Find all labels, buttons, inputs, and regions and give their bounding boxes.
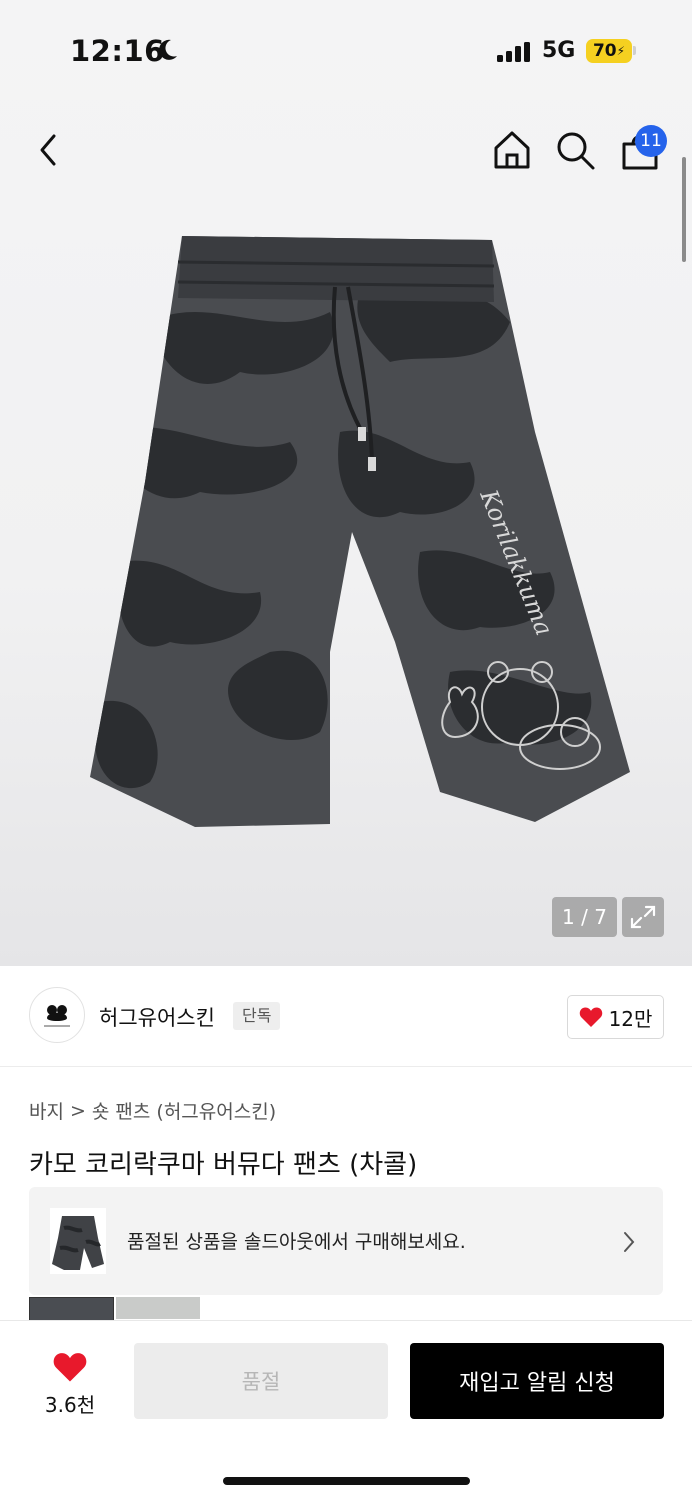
charging-icon: ⚡ <box>616 44 626 58</box>
restock-alert-button[interactable]: 재입고 알림 신청 <box>410 1343 664 1419</box>
breadcrumb-category[interactable]: 바지 <box>29 1097 64 1124</box>
brand-logo[interactable] <box>29 987 85 1043</box>
signal-icon <box>497 42 530 62</box>
home-indicator[interactable] <box>223 1477 470 1485</box>
chevron-right-icon <box>624 1232 635 1252</box>
wishlist-count: 3.6천 <box>44 1393 96 1417</box>
soldout-button: 품절 <box>134 1343 388 1419</box>
brand-row: 허그유어스킨 단독 12만 <box>0 966 692 1067</box>
back-icon[interactable] <box>34 132 66 168</box>
product-title: 카모 코리락쿠마 버뮤다 팬츠 (차콜) <box>29 1150 418 1180</box>
brand-name[interactable]: 허그유어스킨 <box>99 1002 215 1032</box>
search-icon[interactable] <box>555 130 597 172</box>
color-thumbnail-charcoal[interactable] <box>29 1297 114 1321</box>
product-image: Korilakkuma <box>90 236 630 827</box>
expand-icon <box>630 905 656 929</box>
moon-icon <box>159 39 177 60</box>
brand-like-button[interactable]: 12만 <box>567 995 664 1039</box>
status-bar: 12:16 5G 70 ⚡ <box>0 0 692 100</box>
bottom-action-bar: 3.6천 품절 재입고 알림 신청 <box>0 1320 692 1501</box>
breadcrumb: 바지 > 숏 팬츠 (허그유어스킨) <box>29 1097 276 1124</box>
home-icon[interactable] <box>490 128 534 172</box>
soldout-banner[interactable]: 품절된 상품을 솔드아웃에서 구매해보세요. <box>29 1187 663 1295</box>
heart-icon <box>579 1007 602 1027</box>
scrollbar[interactable] <box>682 157 686 262</box>
breadcrumb-subcategory[interactable]: 숏 팬츠 (허그유어스킨) <box>92 1097 276 1124</box>
exclusive-badge: 단독 <box>233 1002 281 1030</box>
wishlist-button[interactable]: 3.6천 <box>40 1351 100 1418</box>
image-counter: 1 / 7 <box>552 897 617 937</box>
network-type: 5G <box>542 38 576 63</box>
status-time: 12:16 <box>70 34 165 68</box>
brand-like-count: 12만 <box>608 1006 653 1031</box>
battery-level: 70 <box>592 41 617 61</box>
battery-tip <box>633 46 636 55</box>
battery-indicator: 70 ⚡ <box>586 39 632 63</box>
brand-logo-icon <box>44 1005 70 1027</box>
cart-count-badge: 11 <box>635 125 667 157</box>
soldout-thumbnail <box>50 1208 106 1274</box>
soldout-banner-text: 품절된 상품을 솔드아웃에서 구매해보세요. <box>127 1231 466 1253</box>
heart-icon <box>53 1353 87 1382</box>
expand-button[interactable] <box>622 897 664 937</box>
color-thumbnail-grey[interactable] <box>116 1297 200 1319</box>
breadcrumb-separator: > <box>69 1099 86 1122</box>
